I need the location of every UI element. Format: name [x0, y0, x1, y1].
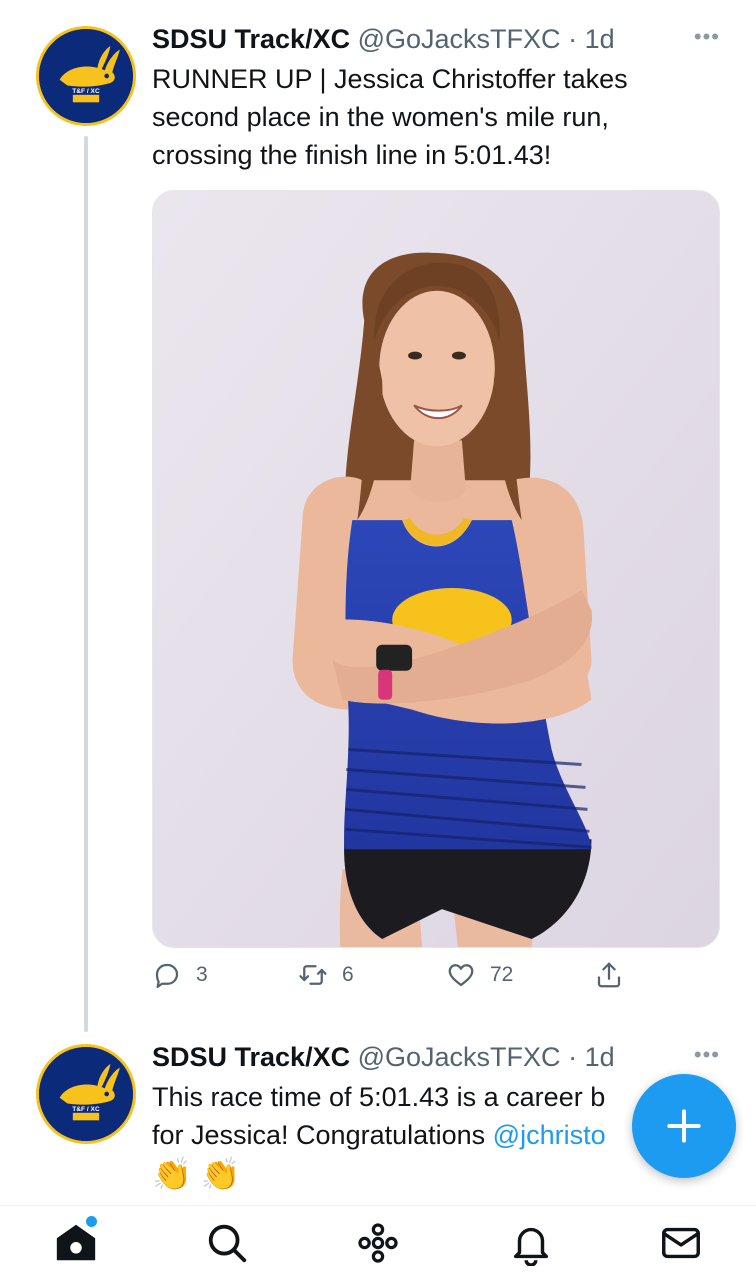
tweet-text: RUNNER UP | Jessica Christoffer takes se…	[152, 60, 712, 174]
tweet-header: SDSU Track/XC @GoJacksTFXC · 1d	[152, 1042, 726, 1072]
avatar[interactable]: T&F / XC	[36, 26, 136, 126]
bottom-navigation-bar	[0, 1205, 756, 1280]
thread-line	[84, 136, 88, 1032]
tweet-photo[interactable]	[152, 190, 720, 948]
jackrabbit-logo-icon: T&F / XC	[39, 29, 133, 123]
avatar-label: T&F / XC	[72, 1106, 100, 1113]
tweet-text-line: second place in the women's mile run,	[152, 102, 609, 132]
like-button[interactable]: 72	[446, 960, 513, 990]
more-options-icon[interactable]: •••	[694, 1042, 720, 1068]
tweet-header: SDSU Track/XC @GoJacksTFXC · 1d	[152, 24, 726, 54]
nav-spaces-button[interactable]	[355, 1220, 401, 1266]
tweet-text-fragment: for Jessica! Congratulations	[152, 1120, 493, 1150]
clapping-hands-emoji: 👏 👏	[152, 1156, 241, 1192]
share-button[interactable]	[594, 960, 638, 990]
tweet-actions: 3 6 72	[152, 960, 632, 1000]
new-content-indicator	[86, 1216, 97, 1227]
avatar-label: T&F / XC	[72, 88, 100, 95]
retweet-button[interactable]: 6	[298, 960, 354, 990]
tweet-text-line: This race time of 5:01.43 is a career b	[152, 1082, 606, 1112]
spaces-icon	[358, 1223, 398, 1263]
timestamp[interactable]: 1d	[585, 1042, 615, 1072]
display-name[interactable]: SDSU Track/XC	[152, 1042, 350, 1072]
user-handle[interactable]: @GoJacksTFXC	[358, 1042, 561, 1072]
more-options-icon[interactable]: •••	[694, 24, 720, 50]
timestamp[interactable]: 1d	[585, 24, 615, 54]
tweet-text-line: RUNNER UP | Jessica Christoffer takes	[152, 64, 628, 94]
retweet-arrows-icon	[299, 965, 327, 985]
tweet-text-line: for Jessica! Congratulations @jchristo	[152, 1116, 652, 1154]
nav-notifications-button[interactable]	[508, 1220, 554, 1267]
runner-photo-illustration	[153, 191, 719, 947]
mail-icon	[662, 1227, 700, 1259]
search-icon	[208, 1224, 247, 1263]
plus-icon	[667, 1109, 701, 1143]
avatar[interactable]: T&F / XC	[36, 1044, 136, 1144]
heart-icon	[448, 964, 474, 987]
reply-button[interactable]: 3	[152, 960, 208, 990]
tweet-text-line: crossing the finish line in 5:01.43!	[152, 140, 552, 170]
bell-icon	[513, 1227, 549, 1267]
nav-search-button[interactable]	[204, 1220, 250, 1266]
jackrabbit-logo-icon: T&F / XC	[39, 1047, 133, 1141]
tweet-text: This race time of 5:01.43 is a career b …	[152, 1078, 652, 1194]
separator-dot: ·	[568, 24, 578, 54]
compose-tweet-button[interactable]	[632, 1074, 736, 1178]
separator-dot: ·	[568, 1042, 578, 1072]
nav-messages-button[interactable]	[658, 1220, 704, 1266]
speech-bubble-icon	[155, 963, 179, 988]
reply-count: 3	[196, 963, 208, 986]
share-upload-icon	[597, 962, 621, 988]
display-name[interactable]: SDSU Track/XC	[152, 24, 350, 54]
mention-link[interactable]: @jchristo	[493, 1120, 606, 1150]
user-handle[interactable]: @GoJacksTFXC	[358, 24, 561, 54]
like-count: 72	[490, 963, 514, 986]
tweet-1[interactable]: T&F / XC SDSU Track/XC @GoJacksTFXC · 1d…	[0, 0, 756, 1032]
retweet-count: 6	[342, 963, 354, 986]
